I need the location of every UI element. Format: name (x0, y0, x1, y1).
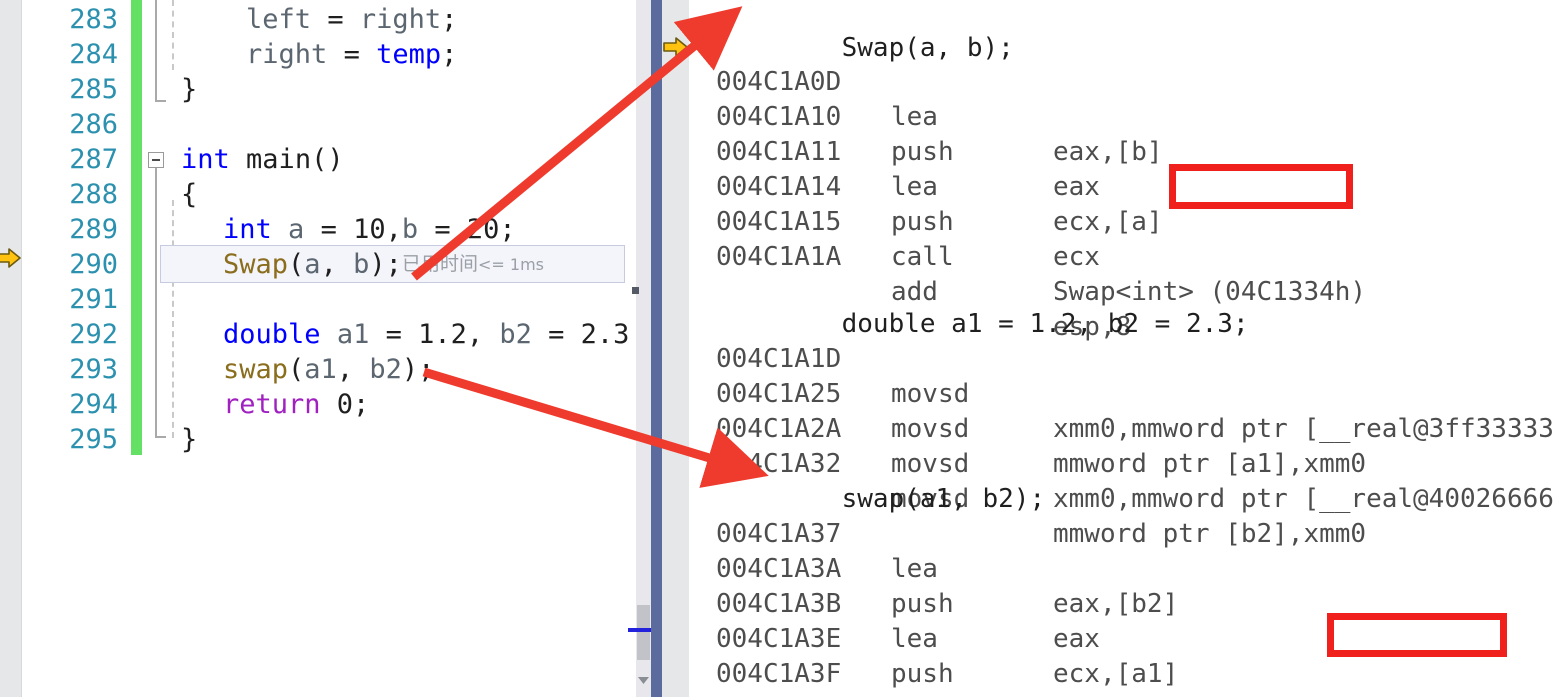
line-number: 289 (69, 214, 118, 245)
code-line[interactable]: right = temp; (143, 37, 628, 72)
line-number: 290 (69, 249, 118, 280)
disassembly-instruction-row[interactable]: 004C1A25 movsd mmword ptr [a1],xmm0 (689, 342, 1555, 479)
disassembly-instruction-row[interactable]: 004C1A1A add esp,8 (689, 205, 1555, 342)
code-line-current[interactable]: Swap(a, b); (143, 247, 628, 282)
instruction-address: 004C1A44 (716, 692, 841, 697)
perf-tip-value: <= 1ms (478, 255, 545, 274)
code-text-area[interactable]: left = right; right = temp; } int main()… (143, 0, 628, 697)
disassembly-instruction-row[interactable]: 004C1A10 push eax (689, 65, 1555, 202)
source-code-editor[interactable]: 283 284 285 286 287 288 289 290 291 292 … (0, 0, 628, 697)
disassembly-instruction-row[interactable]: 004C1A32 movsd mmword ptr [b2],xmm0 (689, 412, 1555, 549)
disassembly-source-line: double a1 = 1.2, b2 = 2.3; (689, 272, 1555, 339)
code-line-text: left = right; (246, 4, 458, 35)
code-line-text: } (181, 74, 198, 105)
disassembly-instruction-row[interactable]: 004C1A3A push eax (689, 517, 1555, 654)
disassembly-instruction-row[interactable]: 004C1A37 lea eax,[b2] (689, 482, 1555, 619)
code-line-text: right = temp; (246, 39, 458, 70)
code-line-text: { (181, 179, 198, 210)
code-line[interactable] (143, 107, 628, 142)
disassembly-gutter[interactable] (662, 0, 689, 697)
scrollbar-change-marker (632, 287, 639, 294)
disassembly-instruction-row[interactable]: 004C1A1D movsd xmm0,mmword ptr [__real@3… (689, 307, 1555, 444)
code-line-text: return 0; (223, 389, 370, 420)
perf-tip-label: 已用时间 (402, 253, 479, 275)
disassembly-source-line: Swap(a, b); (689, 0, 1555, 63)
code-line[interactable]: left = right; (143, 2, 628, 37)
instruction-operands: ecx (1053, 692, 1100, 697)
line-number: 285 (69, 74, 118, 105)
code-line-text: int a = 10,b = 20; (223, 214, 516, 245)
editor-vertical-scrollbar[interactable] (636, 0, 651, 697)
code-line[interactable]: } (143, 422, 628, 457)
disassembly-source-line: swap(a1, b2); (689, 447, 1555, 514)
change-tracking-bar (131, 0, 142, 455)
scroll-down-arrow-icon[interactable] (637, 672, 650, 686)
line-number-gutter: 283 284 285 286 287 288 289 290 291 292 … (22, 0, 128, 697)
line-number: 294 (69, 389, 118, 420)
code-line[interactable]: return 0; (143, 387, 628, 422)
code-line-text: swap(a1, b2); (223, 354, 435, 385)
disassembly-instruction-row[interactable]: 004C1A3B lea ecx,[a1] (689, 552, 1555, 689)
scrollbar-caret-marker (628, 628, 651, 632)
panel-splitter[interactable] (651, 0, 662, 697)
disassembly-instruction-row[interactable]: 004C1A11 lea ecx,[a] (689, 100, 1555, 237)
code-line-text: int main() (181, 144, 344, 175)
disassembly-instruction-row[interactable]: 004C1A15 call Swap<int> (04C1334h) (689, 170, 1555, 307)
line-number: 291 (69, 284, 118, 315)
code-line[interactable]: } (143, 72, 628, 107)
line-number: 283 (69, 4, 118, 35)
code-line[interactable]: swap(a1, b2); (143, 352, 628, 387)
code-line-text: double a1 = 1.2, b2 = 2.3; (223, 319, 628, 350)
disassembly-instruction-row[interactable]: 004C1A0D lea eax,[b] (689, 30, 1555, 167)
perf-tip-elapsed-time: 已用时间<= 1ms (402, 252, 544, 277)
instruction-mnemonic: call (891, 242, 954, 272)
line-number: 292 (69, 319, 118, 350)
line-number: 295 (69, 424, 118, 455)
code-line-text: Swap(a, b); (223, 249, 402, 280)
code-line[interactable]: { (143, 177, 628, 212)
line-number: 288 (69, 179, 118, 210)
disassembly-instruction-row[interactable]: 004C1A14 push ecx (689, 135, 1555, 272)
code-line[interactable]: int a = 10,b = 20; (143, 212, 628, 247)
line-number: 287 (69, 144, 118, 175)
disassembly-listing[interactable]: Swap(a, b); 004C1A0D lea eax,[b] 004C1A1… (689, 0, 1555, 697)
visual-studio-debug-view: 283 284 285 286 287 288 289 290 291 292 … (0, 0, 1555, 697)
code-line[interactable] (143, 282, 628, 317)
line-number: 293 (69, 354, 118, 385)
line-number: 284 (69, 39, 118, 70)
disassembly-pane[interactable]: Swap(a, b); 004C1A0D lea eax,[b] 004C1A1… (662, 0, 1555, 697)
annotation-highlight-box-call-target-1 (1169, 164, 1353, 209)
disassembly-instruction-row[interactable]: 004C1A44 add esp,8 (689, 657, 1555, 697)
disassembly-instruction-row[interactable]: 004C1A2A movsd xmm0,mmword ptr [__real@4… (689, 377, 1555, 514)
code-line[interactable]: double a1 = 1.2, b2 = 2.3; (143, 317, 628, 352)
line-number: 286 (69, 109, 118, 140)
current-instruction-arrow-icon (663, 36, 689, 58)
instruction-address: 004C1A1A (716, 242, 842, 272)
code-line[interactable]: int main() (143, 142, 628, 177)
code-line-text: } (181, 424, 198, 455)
instruction-mnemonic: call (891, 692, 954, 697)
instruction-operands: ecx (1053, 242, 1100, 272)
annotation-highlight-box-call-target-2 (1327, 613, 1507, 657)
scrollbar-thumb[interactable] (637, 605, 650, 660)
